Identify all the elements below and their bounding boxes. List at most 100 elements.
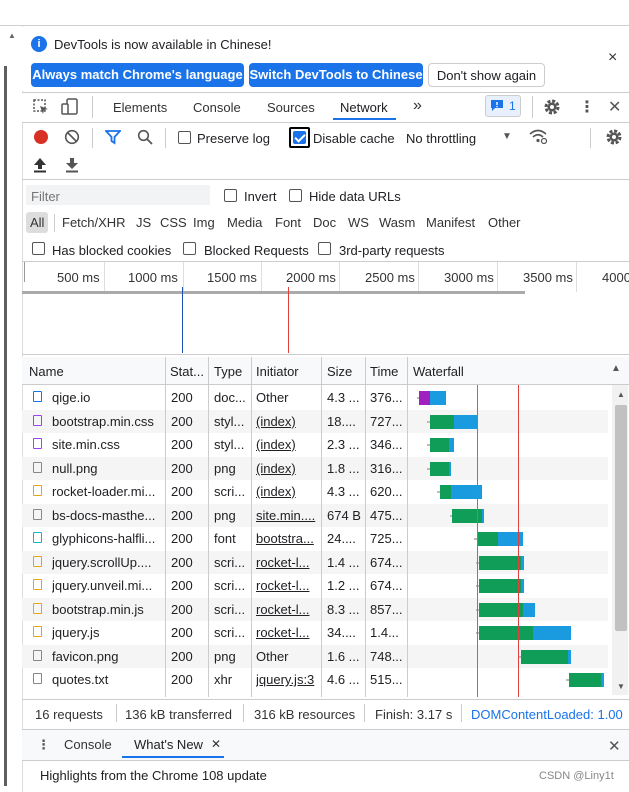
type-filter-css[interactable]: CSS (160, 215, 187, 230)
request-initiator[interactable]: jquery.js:3 (256, 672, 318, 687)
request-initiator[interactable]: (index) (256, 461, 318, 476)
column-name[interactable]: Name (29, 364, 64, 379)
request-size: 1.6 ... (327, 649, 360, 664)
request-initiator[interactable]: rocket-l... (256, 625, 318, 640)
waterfall-download-segment[interactable] (523, 603, 535, 617)
table-scroll-down-icon[interactable]: ▼ (617, 682, 625, 691)
waterfall-waiting-segment[interactable] (479, 626, 533, 640)
script-icon (33, 556, 42, 567)
dont-show-again-button[interactable]: Don't show again (428, 63, 545, 87)
export-har-download-icon[interactable] (65, 157, 79, 173)
match-language-button[interactable]: Always match Chrome's language (31, 63, 244, 87)
waterfall-download-segment[interactable] (430, 391, 446, 405)
drawer-menu-icon[interactable]: ⋮ (37, 737, 50, 753)
page-scrollbar-thumb[interactable] (4, 66, 7, 786)
close-devtools-icon[interactable]: ✕ (608, 97, 621, 117)
request-initiator[interactable]: bootstra... (256, 531, 318, 546)
more-tabs-chevron-icon[interactable]: » (413, 97, 422, 115)
type-filter-font[interactable]: Font (275, 215, 301, 230)
waterfall-download-segment[interactable] (533, 626, 571, 640)
third-party-checkbox[interactable] (318, 242, 331, 255)
tab-sources[interactable]: Sources (267, 100, 315, 115)
drawer-tab-whats-new[interactable]: What's New (134, 737, 203, 752)
waterfall-waiting-segment[interactable] (430, 462, 449, 476)
inspect-element-icon[interactable] (32, 98, 50, 116)
search-icon[interactable] (137, 129, 153, 145)
type-filter-img[interactable]: Img (193, 215, 215, 230)
sort-ascending-icon[interactable]: ▲ (611, 363, 621, 374)
waterfall-waiting-segment[interactable] (430, 415, 454, 429)
preserve-log-checkbox[interactable] (178, 131, 191, 144)
page-scrollbar-strip[interactable] (0, 26, 23, 792)
network-settings-gear-icon[interactable] (605, 128, 623, 146)
table-scroll-up-icon[interactable]: ▲ (617, 390, 625, 399)
waterfall-waiting-segment[interactable] (521, 650, 568, 664)
column-initiator[interactable]: Initiator (256, 364, 299, 379)
request-initiator[interactable]: site.min.... (256, 508, 318, 523)
drawer-tab-console[interactable]: Console (64, 737, 112, 752)
waterfall-download-segment[interactable] (482, 509, 484, 523)
request-initiator[interactable]: rocket-l... (256, 602, 318, 617)
waterfall-waiting-segment[interactable] (477, 532, 498, 546)
tab-network[interactable]: Network (340, 100, 388, 115)
column-time[interactable]: Time (370, 364, 398, 379)
invert-checkbox[interactable] (224, 189, 237, 202)
column-size[interactable]: Size (327, 364, 352, 379)
clear-icon[interactable] (64, 129, 80, 145)
waterfall-download-segment[interactable] (454, 415, 478, 429)
type-filter-ws[interactable]: WS (348, 215, 369, 230)
tab-console[interactable]: Console (193, 100, 241, 115)
blocked-requests-checkbox[interactable] (183, 242, 196, 255)
throttling-select[interactable]: No throttling (406, 131, 476, 146)
request-initiator[interactable]: (index) (256, 414, 318, 429)
type-filter-other[interactable]: Other (488, 215, 521, 230)
type-filter-fetch-xhr[interactable]: Fetch/XHR (62, 215, 126, 230)
column-type[interactable]: Type (214, 364, 242, 379)
type-filter-wasm[interactable]: Wasm (379, 215, 415, 230)
waterfall-waiting-segment[interactable] (419, 391, 430, 405)
waterfall-download-segment[interactable] (521, 556, 524, 570)
request-initiator[interactable]: (index) (256, 484, 318, 499)
type-filter-media[interactable]: Media (227, 215, 262, 230)
scroll-up-arrow-icon[interactable]: ▲ (8, 31, 16, 40)
waterfall-waiting-segment[interactable] (479, 556, 521, 570)
more-options-icon[interactable]: ⋮ (579, 97, 595, 117)
waterfall-download-segment[interactable] (449, 462, 451, 476)
network-conditions-wifi-icon[interactable] (528, 128, 548, 145)
waterfall-waiting-segment[interactable] (569, 673, 601, 687)
request-initiator[interactable]: (index) (256, 437, 318, 452)
waterfall-waiting-segment[interactable] (479, 579, 521, 593)
waterfall-download-segment[interactable] (601, 673, 604, 687)
device-toolbar-icon[interactable] (61, 97, 79, 117)
column-status[interactable]: Stat... (170, 364, 204, 379)
waterfall-download-segment[interactable] (568, 650, 571, 664)
drawer-close-icon[interactable]: ✕ (608, 737, 621, 755)
waterfall-download-segment[interactable] (449, 438, 454, 452)
waterfall-download-segment[interactable] (521, 579, 524, 593)
waterfall-waiting-segment[interactable] (430, 438, 449, 452)
type-filter-doc[interactable]: Doc (313, 215, 336, 230)
type-filter-all[interactable]: All (30, 215, 44, 230)
column-waterfall[interactable]: Waterfall (413, 364, 464, 379)
tab-elements[interactable]: Elements (113, 100, 167, 115)
waterfall-waiting-segment[interactable] (440, 485, 451, 499)
hide-data-urls-checkbox[interactable] (289, 189, 302, 202)
import-har-upload-icon[interactable] (33, 157, 47, 173)
table-scrollbar-thumb[interactable] (615, 405, 627, 631)
whats-new-close-icon[interactable]: ✕ (211, 737, 221, 751)
throttling-dropdown-icon[interactable]: ▼ (502, 131, 512, 142)
disable-cache-checkbox[interactable] (293, 131, 306, 144)
record-icon[interactable] (34, 130, 48, 144)
type-filter-js[interactable]: JS (136, 215, 151, 230)
infobar-close-icon[interactable]: × (608, 49, 617, 67)
settings-gear-icon[interactable] (543, 98, 561, 116)
switch-to-chinese-button[interactable]: Switch DevTools to Chinese (249, 63, 423, 87)
request-initiator[interactable]: rocket-l... (256, 578, 318, 593)
whats-new-highlights: Highlights from the Chrome 108 update (40, 768, 267, 783)
type-filter-manifest[interactable]: Manifest (426, 215, 475, 230)
filter-funnel-icon[interactable] (105, 129, 121, 145)
waterfall-download-segment[interactable] (498, 532, 523, 546)
waterfall-waiting-segment[interactable] (479, 603, 523, 617)
blocked-cookies-checkbox[interactable] (32, 242, 45, 255)
request-initiator[interactable]: rocket-l... (256, 555, 318, 570)
